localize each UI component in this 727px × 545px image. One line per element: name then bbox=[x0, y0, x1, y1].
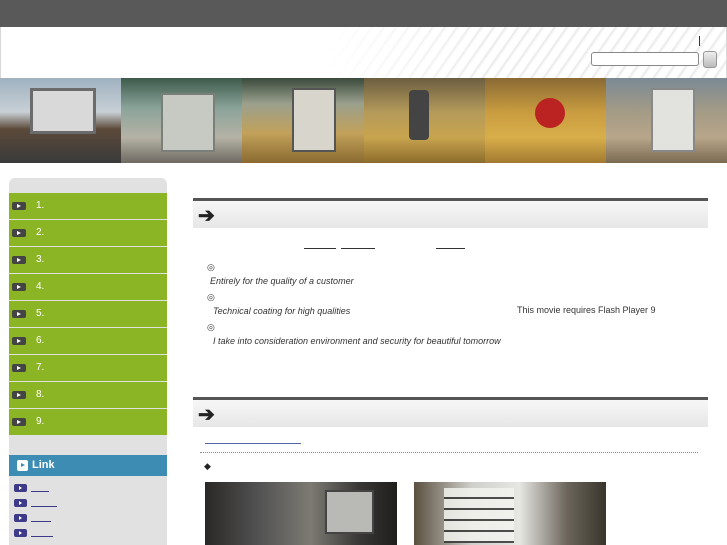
link-bullet-icon bbox=[14, 529, 27, 537]
sidebar-item-3[interactable]: 3. bbox=[9, 247, 167, 274]
sidebar-item-label: 4. bbox=[36, 281, 45, 292]
bullet-circle-icon: ◎ bbox=[207, 292, 215, 302]
search-button[interactable] bbox=[703, 51, 717, 68]
dotted-divider bbox=[200, 452, 698, 453]
play-arrow-icon bbox=[12, 283, 26, 291]
workshop-photo-2[interactable] bbox=[414, 482, 606, 545]
coated-panel-photo bbox=[605, 78, 727, 163]
link-underline bbox=[31, 506, 57, 507]
paint-booth-photo bbox=[121, 78, 243, 163]
flash-notice: This movie requires Flash Player 9 bbox=[517, 305, 656, 315]
sidebar-item-label: 7. bbox=[36, 362, 45, 373]
arrow-right-icon: ➔ bbox=[198, 404, 215, 426]
header-separator bbox=[699, 36, 700, 46]
tagline-1: Entirely for the quality of a customer bbox=[210, 276, 354, 286]
factory-exterior-photo bbox=[0, 78, 122, 163]
link-underline bbox=[31, 536, 53, 537]
section-heading-1: ➔ bbox=[193, 198, 708, 228]
sidebar-item-label: 5. bbox=[36, 308, 45, 319]
sidebar-item-4[interactable]: 4. bbox=[9, 274, 167, 301]
search-input[interactable] bbox=[591, 52, 699, 66]
link-item[interactable] bbox=[9, 482, 167, 497]
sidebar-item-label: 1. bbox=[36, 200, 45, 211]
sidebar-item-7[interactable]: 7. bbox=[9, 355, 167, 382]
link-list bbox=[9, 482, 167, 542]
sidebar: 1. 2. 3. 4. 5. 6. 7. 8. 9. Link bbox=[9, 178, 167, 545]
diamond-bullet-icon: ◆ bbox=[204, 461, 211, 471]
sidebar-item-6[interactable]: 6. bbox=[9, 328, 167, 355]
link-section-heading: Link bbox=[9, 455, 167, 476]
play-arrow-icon bbox=[12, 202, 26, 210]
sidebar-item-label: 8. bbox=[36, 389, 45, 400]
play-arrow-icon bbox=[12, 364, 26, 372]
sidebar-item-9[interactable]: 9. bbox=[9, 409, 167, 436]
top-bar bbox=[0, 0, 727, 27]
sidebar-item-1[interactable]: 1. bbox=[9, 193, 167, 220]
sidebar-item-8[interactable]: 8. bbox=[9, 382, 167, 409]
play-arrow-icon bbox=[12, 229, 26, 237]
bullet-circle-icon: ◎ bbox=[207, 262, 215, 272]
sidebar-nav: 1. 2. 3. 4. 5. 6. 7. 8. 9. bbox=[9, 193, 167, 436]
link-bullet-icon bbox=[14, 484, 27, 492]
sidebar-item-2[interactable]: 2. bbox=[9, 220, 167, 247]
tagline-2: Technical coating for high qualities bbox=[213, 306, 351, 316]
link-underline bbox=[31, 521, 51, 522]
banner bbox=[0, 78, 727, 163]
link-bullet-icon bbox=[14, 499, 27, 507]
text-dash bbox=[436, 248, 465, 249]
link-bullet-icon bbox=[14, 514, 27, 522]
play-arrow-icon bbox=[17, 460, 28, 471]
section-heading-2: ➔ bbox=[193, 397, 708, 427]
play-arrow-icon bbox=[12, 310, 26, 318]
link-underline bbox=[31, 491, 49, 492]
text-dash bbox=[341, 248, 375, 249]
play-arrow-icon bbox=[12, 391, 26, 399]
sidebar-item-label: 2. bbox=[36, 227, 45, 238]
link-item[interactable] bbox=[9, 527, 167, 542]
link-heading-label: Link bbox=[32, 459, 55, 471]
section-link[interactable] bbox=[205, 443, 301, 444]
sidebar-item-label: 3. bbox=[36, 254, 45, 265]
workshop-photo-1[interactable] bbox=[205, 482, 397, 545]
text-dash bbox=[304, 248, 336, 249]
sidebar-item-label: 9. bbox=[36, 416, 45, 427]
tagline-3: I take into consideration environment an… bbox=[213, 336, 501, 346]
play-arrow-icon bbox=[12, 337, 26, 345]
spray-equipment-photo bbox=[363, 78, 485, 163]
link-item[interactable] bbox=[9, 497, 167, 512]
coating-rig-photo bbox=[484, 78, 606, 163]
link-item[interactable] bbox=[9, 512, 167, 527]
site-header bbox=[0, 27, 727, 78]
play-arrow-icon bbox=[12, 418, 26, 426]
bullet-circle-icon: ◎ bbox=[207, 322, 215, 332]
sidebar-item-label: 6. bbox=[36, 335, 45, 346]
arrow-right-icon: ➔ bbox=[198, 205, 215, 227]
play-arrow-icon bbox=[12, 256, 26, 264]
sidebar-item-5[interactable]: 5. bbox=[9, 301, 167, 328]
coating-booth-photo bbox=[242, 78, 364, 163]
